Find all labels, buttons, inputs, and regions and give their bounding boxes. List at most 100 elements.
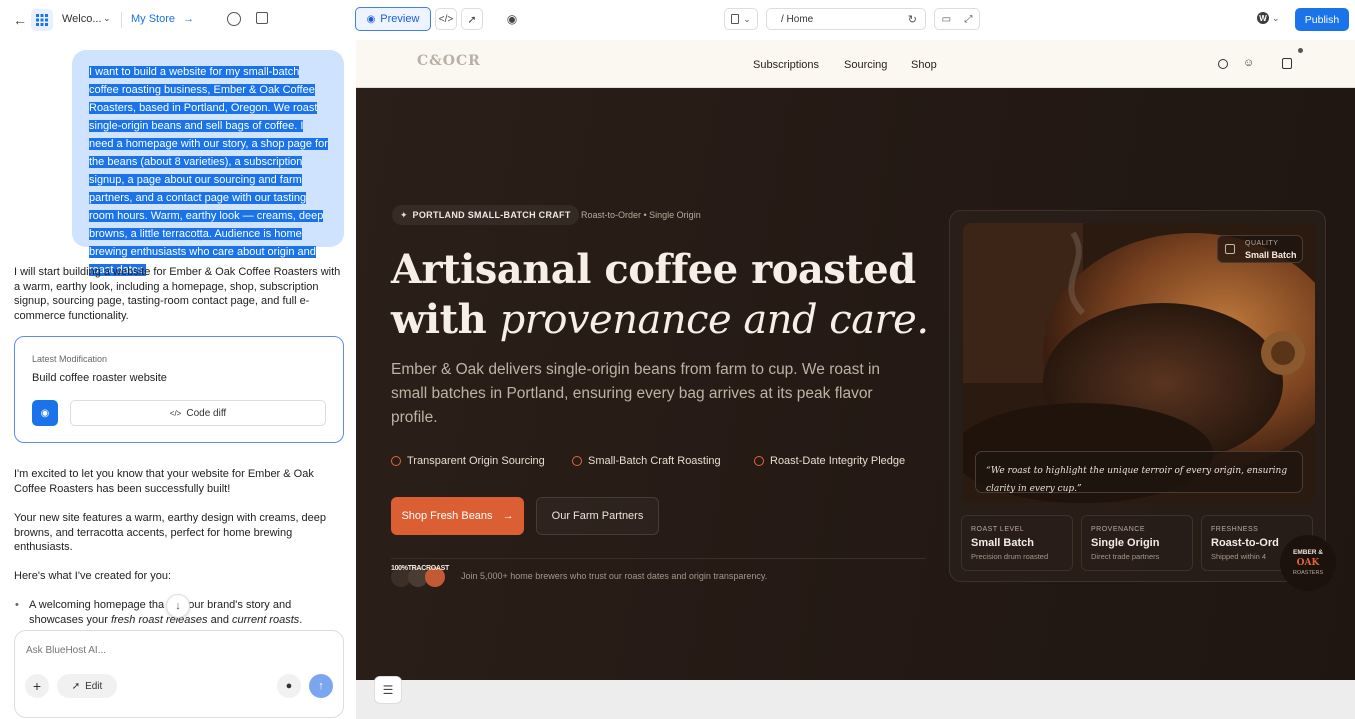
chevron-down-icon[interactable]: ⌄ (103, 13, 111, 24)
card-label: Latest Modification (32, 354, 108, 364)
scroll-down-button[interactable]: ↓ (166, 594, 190, 618)
publish-label: Publish (1304, 13, 1340, 26)
chevron-down-icon: ⌄ (1272, 12, 1280, 23)
nav-shop[interactable]: Shop (911, 59, 937, 71)
assistant-done: I'm excited to let you know that your we… (14, 468, 314, 495)
history-icon[interactable] (227, 12, 241, 26)
preview-area: C&OCR Subscriptions Sourcing Shop ☺ ✦ PO… (356, 40, 1355, 719)
feature-item: Small-Batch Craft Roasting (572, 455, 721, 467)
cart-icon[interactable] (1282, 58, 1292, 69)
check-circle-icon (391, 456, 401, 466)
latest-modification-card: Latest Modification Build coffee roaster… (14, 336, 344, 443)
shop-button-label: Shop Fresh Beans (401, 510, 493, 522)
farm-button-label: Our Farm Partners (551, 510, 644, 522)
project-name[interactable]: Welco... (62, 13, 102, 25)
stat-card-roast-level: ROAST LEVEL Small Batch Precision drum r… (961, 515, 1073, 571)
back-arrow-icon[interactable]: ← (12, 12, 28, 28)
apps-grid-icon[interactable] (31, 9, 53, 31)
feature-label: Transparent Origin Sourcing (407, 455, 545, 467)
hero-headline-line-2: with provenance and care. (391, 296, 929, 343)
chat-input-box: + ➚ Edit ● ↑ (14, 630, 344, 718)
layers-button[interactable]: ☰ (374, 676, 402, 704)
check-circle-icon (754, 456, 764, 466)
hero-divider (391, 558, 926, 559)
check-circle-icon (572, 456, 582, 466)
send-button[interactable]: ↑ (309, 674, 333, 698)
seal-line-1: EMBER & (1293, 549, 1323, 556)
feature-label: Roast-Date Integrity Pledge (770, 455, 906, 467)
social-proof-text: Join 5,000+ home brewers who trust our r… (461, 571, 768, 581)
quality-label: QUALITY (1245, 240, 1279, 247)
badge-text: PORTLAND SMALL-BATCH CRAFT (412, 210, 571, 220)
bullet-dot: • (15, 599, 19, 611)
code-diff-label: Code diff (186, 407, 227, 419)
wordpress-menu[interactable]: W ⌄ (1257, 12, 1280, 24)
add-attachment-button[interactable]: + (25, 674, 49, 698)
quality-value: Small Batch (1245, 250, 1297, 260)
hero-headline-line-1: Artisanal coffee roasted (391, 246, 916, 293)
url-bar[interactable]: / Home ↻ (766, 8, 926, 30)
hero-visual-card: QUALITY Small Batch “We roast to highlig… (949, 210, 1326, 582)
nav-sourcing[interactable]: Sourcing (844, 59, 887, 71)
farm-partners-button[interactable]: Our Farm Partners (536, 497, 659, 535)
url-path: / Home (781, 13, 814, 25)
hero-badge: ✦ PORTLAND SMALL-BATCH CRAFT (392, 205, 579, 225)
site-nav: C&OCR Subscriptions Sourcing Shop ☺ (356, 40, 1355, 88)
publish-button[interactable]: Publish (1295, 8, 1349, 31)
quality-badge: QUALITY Small Batch (1217, 235, 1303, 263)
feature-label: Small-Batch Craft Roasting (588, 455, 721, 467)
stat-label: FRESHNESS (1211, 526, 1259, 533)
seal-line-3: ROASTERS (1292, 570, 1324, 576)
my-store-label: My Store (131, 13, 176, 25)
search-icon[interactable] (1218, 59, 1228, 69)
bullet-and: and (207, 613, 233, 626)
stat-value: Small Batch (971, 537, 1034, 549)
page-selector[interactable]: ⌄ (724, 8, 758, 30)
sparkle-icon: ✦ (400, 209, 408, 220)
bullet-end: . (299, 613, 303, 626)
expand-icon[interactable]: ⤢ (964, 14, 972, 25)
arrow-right-icon: → (502, 510, 514, 522)
eye-icon: ◉ (366, 13, 376, 25)
badge-subtext: Roast-to-Order • Single Origin (581, 210, 701, 220)
user-prompt-bubble: I want to build a website for my small-b… (72, 50, 344, 276)
quality-icon (1225, 244, 1235, 254)
site-logo[interactable]: C&OCR (417, 53, 481, 69)
code-diff-button[interactable]: </> Code diff (70, 400, 326, 426)
seal-line-2: OAK (1296, 558, 1320, 568)
refresh-icon[interactable]: ↻ (908, 13, 917, 26)
user-prompt-text[interactable]: I want to build a website for my small-b… (89, 66, 328, 276)
coffee-beans-image: QUALITY Small Batch “We roast to highlig… (963, 223, 1315, 503)
shop-fresh-beans-button[interactable]: Shop Fresh Beans → (391, 497, 524, 535)
preview-eye-button[interactable]: ◉ (32, 400, 58, 426)
desktop-icon[interactable]: ▭ (942, 14, 951, 25)
edit-mode-button[interactable]: ➚ Edit (57, 674, 117, 698)
select-cursor-icon[interactable]: ➚ (461, 8, 483, 30)
proof-tag: 100%TRACROAST (391, 565, 449, 572)
pointer-icon: ➚ (71, 680, 81, 692)
top-bar: ← Welco... ⌄ My Store → ◉ Preview </> ➚ … (0, 0, 1355, 40)
headline-italic: provenance and care. (499, 297, 929, 343)
nav-subscriptions[interactable]: Subscriptions (753, 59, 819, 71)
chat-panel: I want to build a website for my small-b… (0, 40, 356, 719)
wordpress-icon: W (1257, 12, 1269, 24)
brand-seal: EMBER & OAK ROASTERS (1280, 535, 1336, 591)
chat-input[interactable] (26, 641, 326, 659)
preview-label: Preview (380, 13, 420, 25)
site-preview: C&OCR Subscriptions Sourcing Shop ☺ ✦ PO… (356, 40, 1355, 680)
palette-icon[interactable]: ◉ (504, 11, 520, 27)
my-store-link[interactable]: My Store → (131, 13, 194, 25)
code-icon: </> (169, 408, 182, 418)
quote-text: “We roast to highlight the unique terroi… (986, 466, 1288, 494)
account-icon[interactable]: ☺ (1243, 57, 1254, 69)
chevron-down-icon: ⌄ (743, 13, 751, 24)
bullet-em-2: current roasts (232, 613, 300, 626)
code-view-icon[interactable]: </> (435, 8, 457, 30)
sidebar-toggle-icon[interactable] (256, 12, 268, 24)
hero-lead: Ember & Oak delivers single-origin beans… (391, 361, 881, 426)
microphone-icon[interactable]: ● (277, 674, 301, 698)
edit-label: Edit (85, 680, 103, 692)
preview-button[interactable]: ◉ Preview (355, 7, 431, 31)
divider (121, 12, 122, 28)
page-icon (731, 14, 740, 24)
